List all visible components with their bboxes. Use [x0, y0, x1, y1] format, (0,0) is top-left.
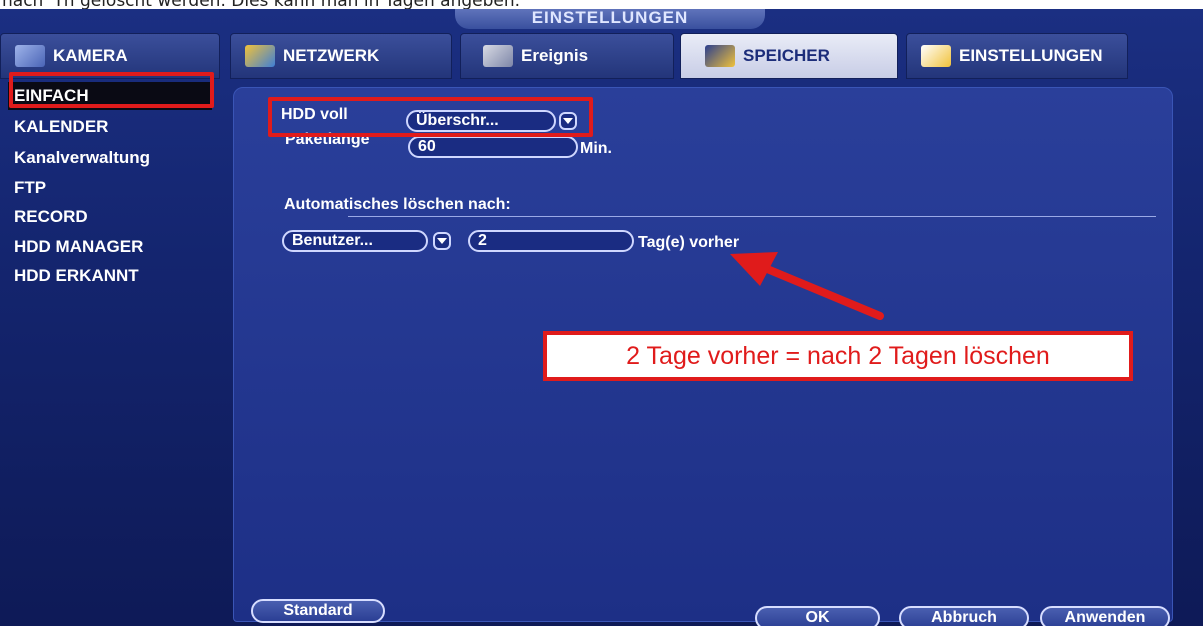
tab-ereignis[interactable]: Ereignis: [460, 33, 674, 79]
auto-delete-dropdown-button[interactable]: [433, 232, 451, 250]
chevron-down-icon: [437, 238, 447, 244]
tab-speicher[interactable]: SPEICHER: [680, 33, 898, 79]
tab-netzwerk[interactable]: NETZWERK: [230, 33, 452, 79]
tab-label: KAMERA: [53, 46, 128, 65]
event-icon: [483, 45, 513, 67]
network-icon: [245, 45, 275, 67]
paketlaenge-unit: Min.: [580, 140, 612, 157]
annotation-callout: 2 Tage vorher = nach 2 Tagen löschen: [543, 331, 1133, 381]
sidebar: EINFACH KALENDER Kanalverwaltung FTP REC…: [0, 81, 230, 626]
camera-icon: [15, 45, 45, 67]
anwenden-button[interactable]: Anwenden: [1040, 606, 1170, 626]
abbruch-button[interactable]: Abbruch: [899, 606, 1029, 626]
standard-button[interactable]: Standard: [251, 599, 385, 623]
window-title: EINSTELLUNGEN: [455, 9, 765, 29]
sidebar-item-record[interactable]: RECORD: [14, 203, 88, 231]
annotation-arrow: [730, 252, 884, 320]
tab-einstellungen[interactable]: EINSTELLUNGEN: [906, 33, 1128, 79]
auto-delete-label: Automatisches löschen nach:: [284, 196, 511, 213]
sidebar-item-kanalverwaltung[interactable]: Kanalverwaltung: [14, 144, 150, 172]
sidebar-item-hdd-erkannt[interactable]: HDD ERKANNT: [14, 262, 139, 290]
tab-label: SPEICHER: [743, 46, 830, 65]
paketlaenge-input[interactable]: 60: [408, 136, 578, 158]
highlight-box-einfach: [9, 72, 214, 108]
highlight-box-hdd-voll: [268, 97, 593, 137]
auto-delete-mode-select[interactable]: Benutzer...: [282, 230, 428, 252]
tab-label: EINSTELLUNGEN: [959, 46, 1103, 65]
sidebar-item-hdd-manager[interactable]: HDD MANAGER: [14, 233, 143, 261]
tab-label: Ereignis: [521, 46, 589, 65]
tab-label: NETZWERK: [283, 46, 380, 65]
storage-icon: [705, 45, 735, 67]
settings-icon: [921, 45, 951, 67]
section-divider: [348, 216, 1156, 217]
sidebar-item-ftp[interactable]: FTP: [14, 174, 46, 202]
ok-button[interactable]: OK: [755, 606, 880, 626]
auto-delete-days-input[interactable]: 2: [468, 230, 634, 252]
sidebar-item-kalender[interactable]: KALENDER: [14, 113, 108, 141]
